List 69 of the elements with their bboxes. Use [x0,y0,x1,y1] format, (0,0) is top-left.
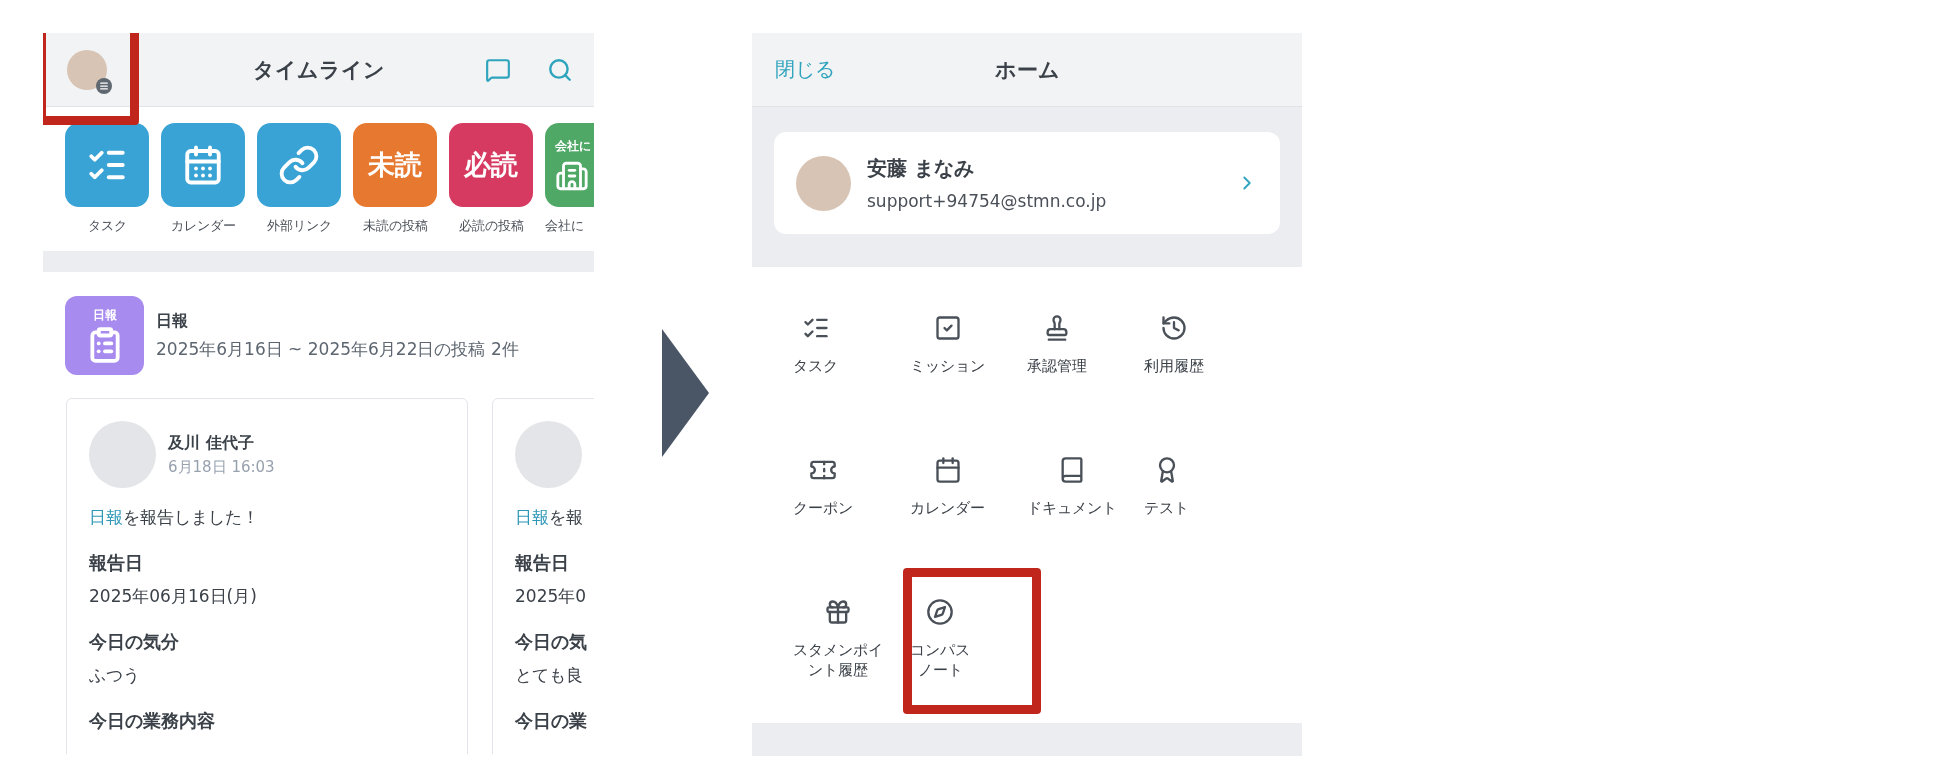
field-label: 今日の業務内容 [89,709,216,733]
menu-label: 利用履歴 [1144,357,1204,376]
field-label: 今日の気分 [89,630,180,654]
profile-email: support+94754@stmn.co.jp [867,191,1108,211]
link-icon [278,144,320,186]
menu-label: テスト [1144,499,1189,518]
tile-text: 会社に [555,137,591,155]
shortcut-tile[interactable] [161,123,245,207]
profile-name: 安藤 まなみ [867,155,975,182]
shortcut-label: 外部リンク [266,218,332,235]
author-name: 及川 佳代子 [168,432,255,454]
field-label: 報告日 [89,551,144,575]
calendar-icon [933,456,962,484]
compass-icon [926,598,954,626]
digest-title: 日報 [156,310,189,332]
post-message: 日報を報告しました！ [89,506,260,529]
menu-label: 承認管理 [1027,357,1087,376]
menu-item[interactable]: スタメンポイ ント履歴 [793,581,883,723]
shortcut-label: タスク [87,218,127,235]
post-time: 6月18日 16:03 [168,457,275,477]
shortcut-label: 未読の投稿 [362,218,428,235]
shortcut-label: 必読の投稿 [458,218,524,235]
menu-item[interactable]: ドキュメント [1027,439,1117,581]
menu-item[interactable]: カレンダー [910,439,985,581]
menu-label: タスク [793,357,838,376]
shortcut-tile[interactable] [257,123,341,207]
field-value: 2025年0 [515,585,588,608]
field-value: ふつう [89,664,141,687]
field-label: 今日の気 [515,630,588,654]
checkbox-icon [933,314,962,342]
menu-label: ント履歴 [808,661,868,681]
menu-item[interactable]: クーポン [793,439,853,581]
profile-card[interactable]: 安藤 まなみ support+94754@stmn.co.jp [774,132,1280,234]
menu-item[interactable]: タスク [793,297,838,439]
shortcut-tile[interactable]: 必読 [449,123,533,207]
badge-text: 日報 [92,307,117,324]
field-label: 報告日 [515,551,570,575]
search-icon[interactable] [547,57,573,83]
menu-item[interactable]: テスト [1144,439,1189,581]
tile-text: 必読 [464,148,518,182]
post-message: 日報を報 [515,506,584,529]
field-value: とても良 [515,664,584,687]
history-icon [1160,314,1188,342]
shortcut-tile[interactable] [65,123,149,207]
screen-title: タイムライン [252,57,385,82]
menu-label: ドキュメント [1027,499,1117,518]
menu-label: コンパス [910,641,970,660]
avatar-button[interactable] [67,49,107,90]
screen-title: ホーム [994,57,1060,82]
calendar-icon [182,144,224,186]
menu-label: スタメンポイ [793,641,883,660]
menu-label: クーポン [793,499,853,518]
menu-label: カレンダー [910,499,985,518]
gift-icon [824,598,852,626]
field-value: 2025年06月16日(月) [89,585,258,608]
menu-item[interactable]: ミッション [910,297,985,439]
menu-label: ノート [917,661,963,681]
right-arrow-icon [662,329,709,457]
tile-text: 未読 [368,148,422,182]
shortcut-label: 会社に [545,218,584,235]
shortcut-label: カレンダー [170,218,236,235]
menu-label: ミッション [910,357,985,376]
menu-item[interactable]: コンパス ノート [910,581,970,723]
chat-icon[interactable] [485,57,511,83]
photo-placeholder [796,155,851,211]
digest-subtitle: 2025年6月16日 ~ 2025年6月22日の投稿 2件 [156,337,519,361]
field-label: 今日の業 [515,709,588,733]
menu-item[interactable]: 承認管理 [1027,297,1087,439]
menu-item[interactable]: 利用履歴 [1144,297,1204,439]
